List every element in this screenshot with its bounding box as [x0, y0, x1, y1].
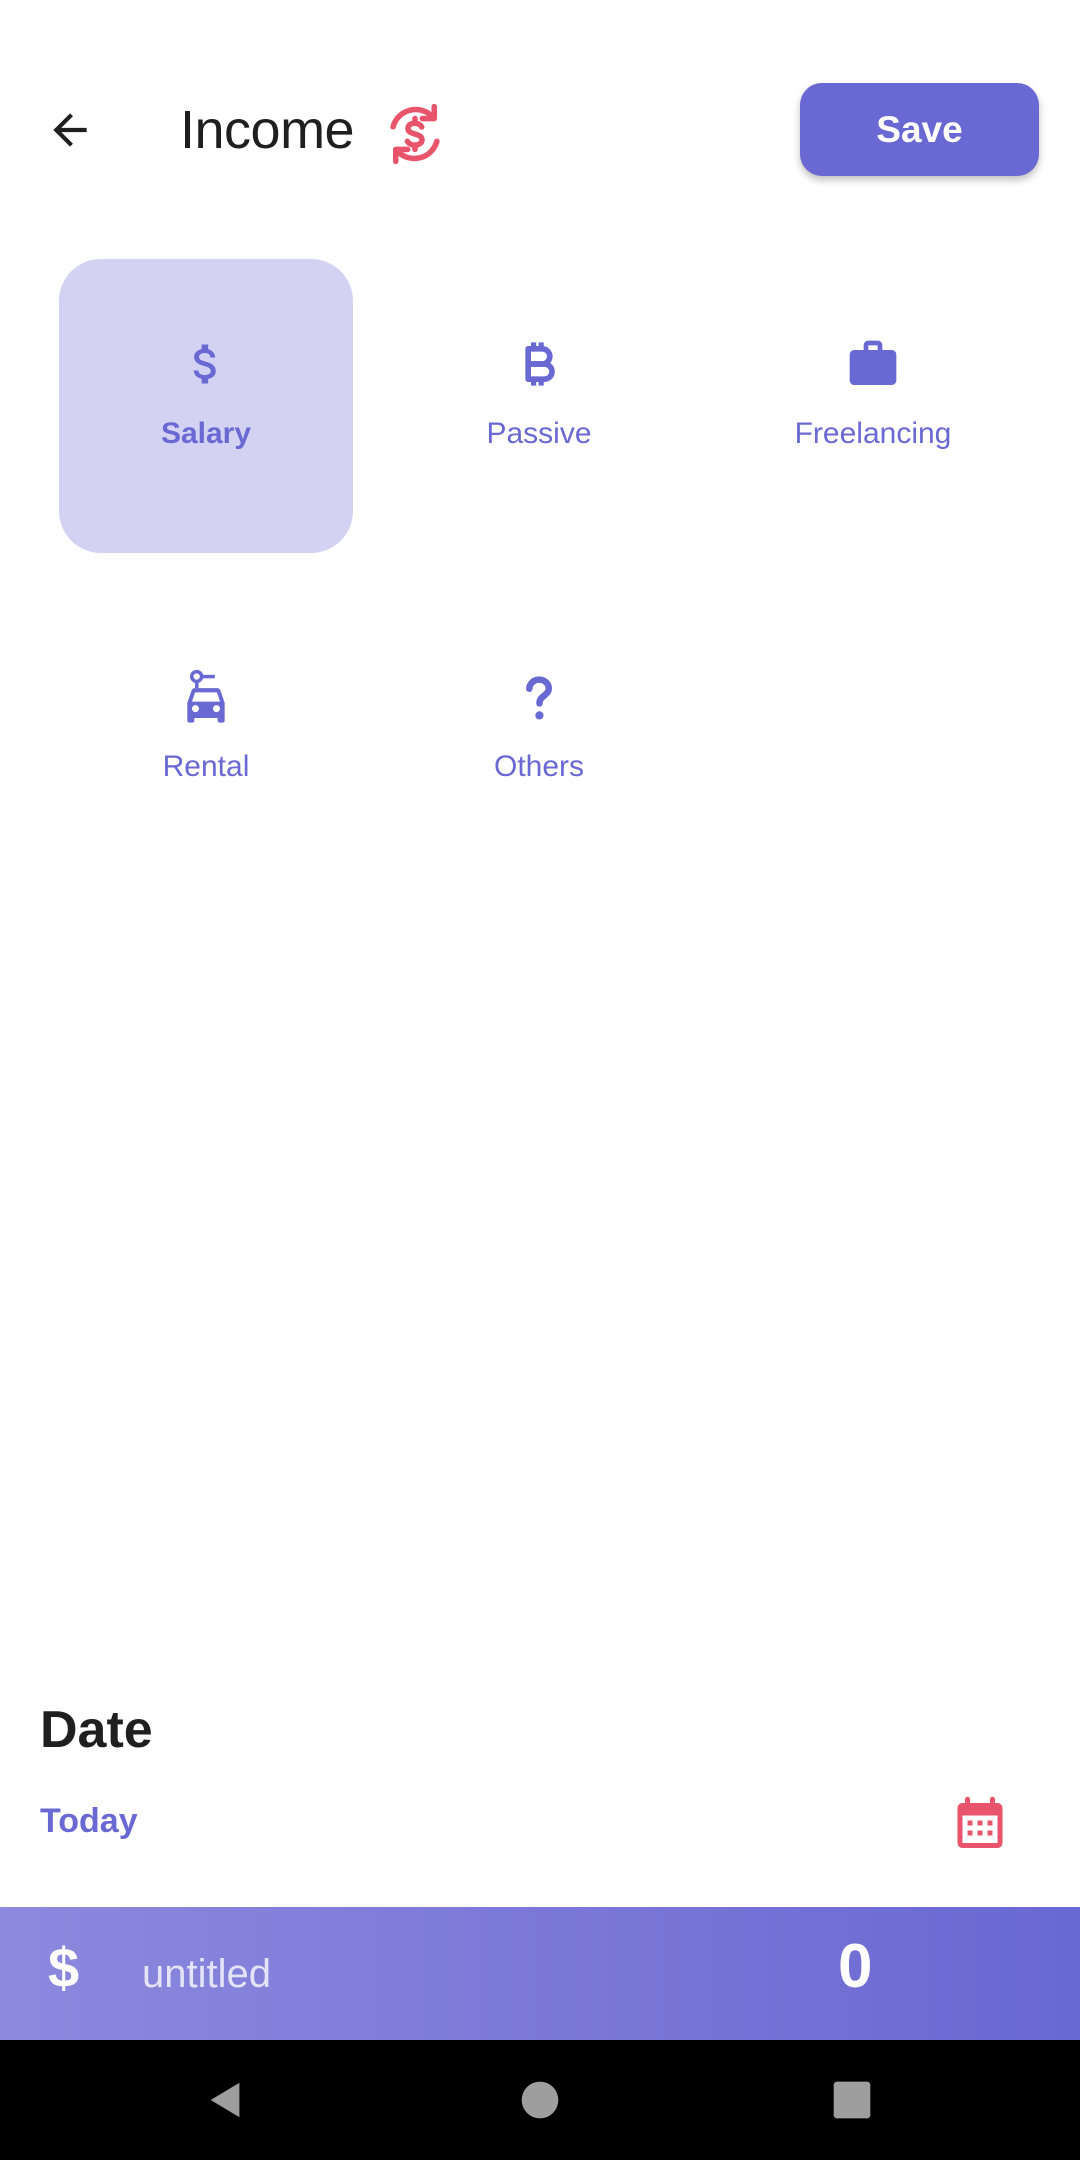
category-label: Passive: [486, 417, 592, 450]
arrow-left-icon: [53, 113, 87, 147]
amount-value[interactable]: 0: [838, 1931, 872, 2002]
calendar-icon[interactable]: [950, 1793, 1010, 1853]
system-navigation-bar: [0, 2040, 1080, 2160]
app-bar: Income Save: [0, 0, 1080, 260]
category-passive[interactable]: Passive: [392, 259, 686, 553]
currency-exchange-icon[interactable]: [380, 99, 450, 169]
question-icon: [504, 662, 574, 732]
category-salary[interactable]: Salary: [59, 259, 353, 553]
triangle-back-icon: [210, 2082, 240, 2118]
currency-symbol: $: [48, 1936, 80, 1999]
page-title: Income: [180, 100, 355, 160]
save-button[interactable]: Save: [800, 83, 1039, 176]
category-others[interactable]: Others: [392, 592, 686, 886]
briefcase-icon: [838, 329, 908, 399]
transaction-title-input[interactable]: [140, 1945, 744, 2003]
bitcoin-icon: [504, 329, 574, 399]
circle-home-icon: [521, 2081, 559, 2119]
back-button[interactable]: [30, 90, 110, 170]
car-rental-icon: [171, 662, 241, 732]
nav-back-button[interactable]: [166, 2040, 286, 2160]
nav-home-button[interactable]: [480, 2040, 600, 2160]
date-value[interactable]: Today: [40, 1802, 138, 1841]
category-label: Rental: [162, 750, 250, 783]
category-label: Others: [493, 750, 585, 783]
nav-recents-button[interactable]: [792, 2040, 912, 2160]
square-recents-icon: [833, 2081, 871, 2119]
date-heading: Date: [40, 1701, 153, 1759]
category-label: Salary: [160, 417, 252, 450]
amount-bar: $ 0: [0, 1907, 1080, 2040]
category-rental[interactable]: Rental: [59, 592, 353, 886]
category-label: Freelancing: [794, 417, 952, 450]
category-freelancing[interactable]: Freelancing: [726, 259, 1020, 553]
dollar-icon: [171, 329, 241, 399]
